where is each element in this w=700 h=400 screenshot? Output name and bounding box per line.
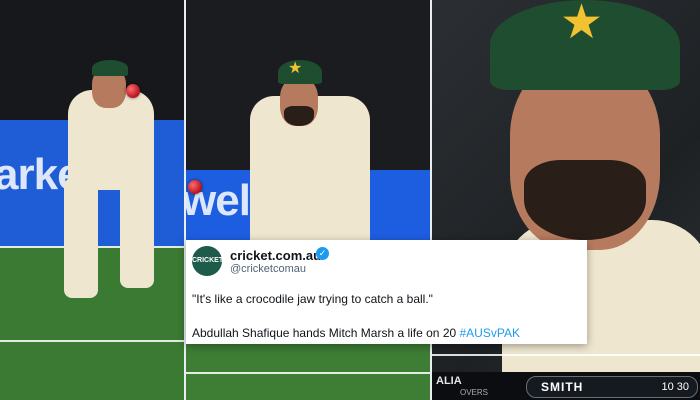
team-abbreviation: ALIA (436, 375, 462, 387)
overs-label: OVERS (460, 388, 489, 397)
tweet-card[interactable]: CRICKET cricket.com.au ✓ @cricketcomau "… (186, 240, 587, 344)
hashtag-link[interactable]: #AUSvPAK (460, 326, 520, 340)
fielder-leg (64, 178, 98, 298)
tweet-caption: Abdullah Shafique hands Mitch Marsh a li… (192, 326, 520, 340)
tweet-caption-text: Abdullah Shafique hands Mitch Marsh a li… (192, 326, 460, 340)
cricket-ball (126, 84, 140, 98)
batter-name: SMITH (541, 380, 584, 394)
account-handle[interactable]: @cricketcomau (230, 263, 306, 275)
cricket-ball (188, 180, 202, 194)
verified-badge-icon: ✓ (316, 247, 329, 260)
screen-line (186, 372, 430, 374)
account-display-name[interactable]: cricket.com.au (230, 248, 321, 263)
screen-line (0, 340, 184, 342)
fielder-beard (284, 106, 314, 126)
batter-score: 10 30 (661, 381, 689, 393)
player-beard (524, 160, 646, 240)
video-frame-left: arket (0, 0, 184, 400)
broadcast-scorebar: ALIA OVERS SMITH 10 30 (432, 372, 700, 400)
fielder-leg (120, 178, 154, 288)
tweet-quote: "It's like a crocodile jaw trying to cat… (192, 292, 433, 306)
star-icon: ★ (560, 0, 604, 49)
fielder-cap (92, 60, 128, 76)
batter-panel: SMITH 10 30 (526, 376, 698, 398)
account-avatar[interactable]: CRICKET (192, 246, 223, 276)
star-icon: ★ (288, 60, 303, 77)
screen-line (432, 354, 700, 356)
